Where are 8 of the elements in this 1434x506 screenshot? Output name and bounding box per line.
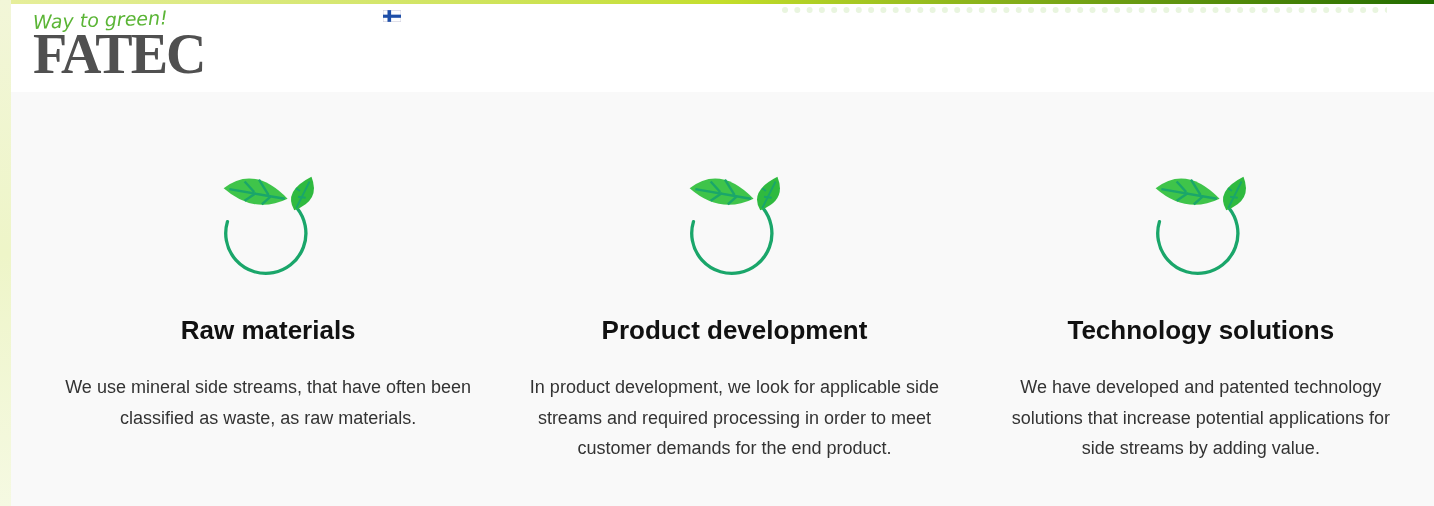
feature-title: Raw materials	[180, 314, 356, 347]
finland-flag-icon[interactable]	[383, 10, 401, 22]
logo-tagline: Way to green!	[32, 5, 170, 33]
feature-description: We have developed and patented technology solutions that increase potential applications for side streams by adding value.	[1010, 376, 1391, 460]
feature-title: Product development	[601, 314, 868, 347]
feature-title: Technology solutions	[1067, 314, 1335, 347]
feature-description: In product development, we look for applicable side streams and required processing in order to meet customer demands for the end product.	[528, 376, 941, 460]
feature-description: We use mineral side streams, that have often been classified as waste, as raw materials.	[64, 376, 473, 430]
